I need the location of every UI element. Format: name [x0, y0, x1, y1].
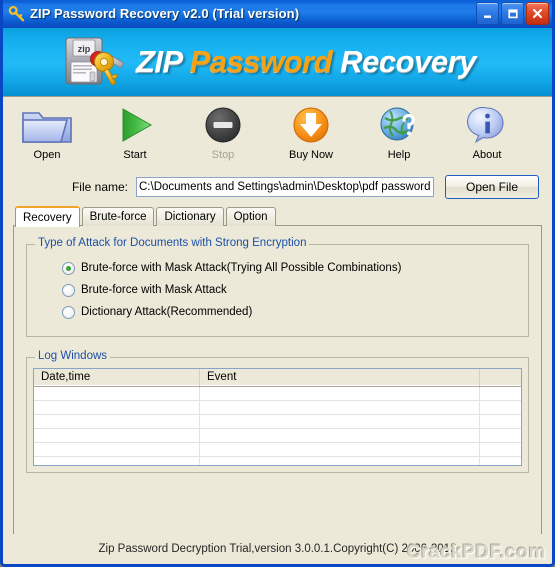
play-triangle-icon [113, 103, 157, 147]
log-cell-extra [480, 429, 521, 442]
info-bubble-icon [465, 103, 509, 147]
log-cell-datetime [34, 401, 200, 414]
log-cell-event [200, 387, 480, 400]
file-name-label: File name: [71, 180, 128, 194]
radio-row-brute-force-mask[interactable]: Brute-force with Mask Attack [35, 279, 520, 301]
toolbar-button-help[interactable]: Help [355, 103, 443, 161]
log-table-header: Date,time Event [34, 369, 521, 387]
maximize-button[interactable] [501, 2, 524, 25]
footer-text: Zip Password Decryption Trial,version 3.… [98, 543, 457, 555]
log-cell-event [200, 401, 480, 414]
toolbar-button-stop[interactable]: Stop [179, 103, 267, 161]
app-banner: zip ZIP Password Recovery [3, 28, 552, 97]
log-cell-extra [480, 457, 521, 465]
log-cell-event [200, 443, 480, 456]
log-cell-datetime [34, 443, 200, 456]
log-table[interactable]: Date,time Event [33, 368, 522, 466]
toolbar-button-about[interactable]: About [443, 103, 531, 161]
zip-disk-key-icon: zip [58, 33, 130, 91]
log-cell-datetime [34, 429, 200, 442]
toolbar-label-help: Help [387, 149, 411, 161]
download-arrow-icon [289, 103, 333, 147]
toolbar-label-start: Start [123, 149, 147, 161]
radio-label-dictionary: Dictionary Attack(Recommended) [81, 306, 253, 318]
log-windows-group-title: Log Windows [35, 350, 111, 362]
radio-brute-force-mask[interactable] [62, 283, 75, 297]
toolbar-label-about: About [472, 149, 502, 161]
log-windows-group: Log Windows Date,time Event [26, 350, 529, 473]
tab-option[interactable]: Option [225, 207, 276, 226]
log-cell-event [200, 457, 480, 465]
table-row[interactable] [34, 443, 521, 457]
tab-recovery[interactable]: Recovery [15, 206, 80, 227]
open-file-button[interactable]: Open File [445, 175, 539, 199]
title-bar: ZIP Password Recovery v2.0 (Trial versio… [3, 0, 552, 28]
radio-row-dictionary[interactable]: Dictionary Attack(Recommended) [35, 301, 520, 323]
table-row[interactable] [34, 401, 521, 415]
radio-label-brute-force-mask: Brute-force with Mask Attack [81, 284, 227, 296]
log-table-body [34, 387, 521, 465]
watermark-label: CrackPDF.com [406, 542, 546, 563]
log-column-event: Event [200, 369, 480, 386]
folder-icon [21, 103, 73, 147]
log-column-extra [480, 369, 521, 386]
log-column-datetime: Date,time [34, 369, 200, 386]
file-name-input[interactable]: C:\Documents and Settings\admin\Desktop\… [136, 177, 434, 197]
log-cell-datetime [34, 415, 200, 428]
attack-type-group-title: Type of Attack for Documents with Strong… [35, 237, 310, 249]
attack-type-group: Type of Attack for Documents with Strong… [26, 237, 529, 337]
toolbar-label-stop: Stop [211, 149, 235, 161]
window-title: ZIP Password Recovery v2.0 (Trial versio… [30, 6, 300, 21]
main-toolbar: Open Start Stop Buy Now Help About [3, 97, 552, 171]
radio-dictionary[interactable] [62, 305, 75, 319]
toolbar-button-start[interactable]: Start [91, 103, 179, 161]
app-window: ZIP Password Recovery v2.0 (Trial versio… [0, 0, 555, 567]
svg-text:zip: zip [78, 44, 91, 54]
log-cell-datetime [34, 387, 200, 400]
toolbar-label-buy-now: Buy Now [288, 149, 334, 161]
tab-strip: Recovery Brute-force Dictionary Option [3, 205, 552, 227]
table-row[interactable] [34, 415, 521, 429]
toolbar-label-open: Open [33, 149, 61, 161]
toolbar-button-buy-now[interactable]: Buy Now [267, 103, 355, 161]
toolbar-button-open[interactable]: Open [3, 103, 91, 161]
radio-brute-force-all[interactable] [62, 261, 75, 275]
banner-title: ZIP Password Recovery [136, 44, 476, 80]
table-row[interactable] [34, 387, 521, 401]
log-cell-extra [480, 401, 521, 414]
banner-word-zip: ZIP [136, 44, 182, 79]
banner-word-recovery: Recovery [340, 44, 476, 79]
minimize-button[interactable] [476, 2, 499, 25]
close-button[interactable] [526, 2, 549, 25]
log-cell-event [200, 415, 480, 428]
window-controls [476, 2, 549, 25]
log-cell-extra [480, 415, 521, 428]
status-footer: Zip Password Decryption Trial,version 3.… [3, 534, 552, 564]
key-icon [8, 5, 26, 23]
tab-dictionary[interactable]: Dictionary [156, 207, 224, 226]
log-cell-extra [480, 443, 521, 456]
log-cell-datetime [34, 457, 200, 465]
globe-question-icon [377, 103, 421, 147]
tab-brute-force[interactable]: Brute-force [81, 207, 155, 226]
table-row[interactable] [34, 429, 521, 443]
radio-row-brute-force-all[interactable]: Brute-force with Mask Attack(Trying All … [35, 257, 520, 279]
table-row[interactable] [34, 457, 521, 465]
stop-circle-icon [201, 103, 245, 147]
log-cell-extra [480, 387, 521, 400]
banner-word-password: Password [189, 44, 333, 79]
tab-panel-recovery: Type of Attack for Documents with Strong… [13, 225, 542, 541]
file-name-row: File name: C:\Documents and Settings\adm… [3, 171, 552, 205]
log-cell-event [200, 429, 480, 442]
radio-label-brute-force-all: Brute-force with Mask Attack(Trying All … [81, 262, 402, 274]
